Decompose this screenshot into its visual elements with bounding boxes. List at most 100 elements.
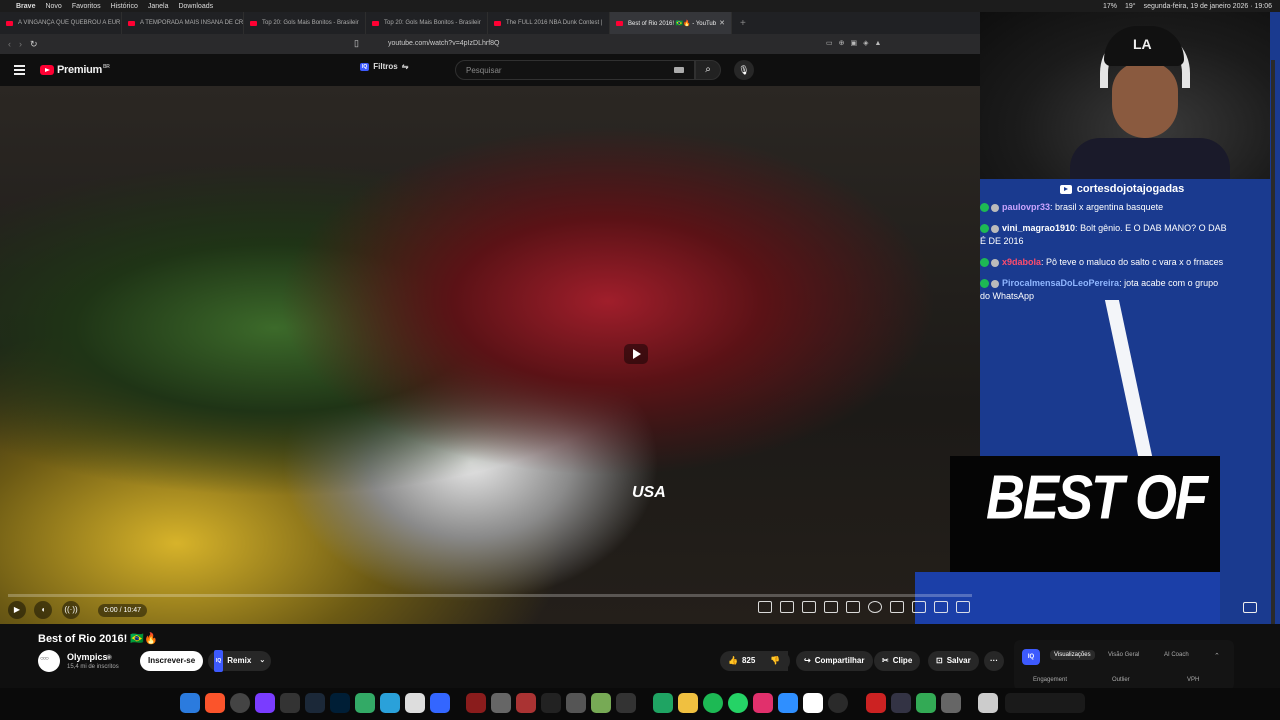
thumbs-down-icon: 👎 <box>770 656 780 665</box>
extensions-icons[interactable]: ▭⊕▣◈▲ <box>826 39 887 47</box>
folder-icon[interactable] <box>678 693 698 713</box>
more-actions-button[interactable]: ··· <box>984 651 1004 671</box>
autoplay-icon[interactable] <box>758 601 772 613</box>
help-icon[interactable] <box>803 693 823 713</box>
settings-icon[interactable] <box>868 601 882 613</box>
safari-icon[interactable] <box>230 693 250 713</box>
tab-title: Top 20: Gols Mais Bonitos - Brasileir <box>384 20 481 26</box>
tab-visao-geral[interactable]: Visão Geral <box>1108 652 1139 658</box>
bookmark-icon[interactable]: ▯ <box>354 38 359 49</box>
telegram-icon[interactable] <box>380 693 400 713</box>
play-icon[interactable]: ▶ <box>8 601 26 619</box>
miniplayer-icon[interactable] <box>912 601 926 613</box>
reload-icon[interactable]: ↻ <box>30 39 38 50</box>
finder-icon[interactable] <box>180 693 200 713</box>
trash-icon[interactable] <box>978 693 998 713</box>
forward-icon[interactable]: › <box>19 39 22 50</box>
pip-icon[interactable] <box>1243 602 1257 613</box>
game-icon-2[interactable] <box>491 693 511 713</box>
screenshot-icon[interactable] <box>802 601 816 613</box>
url-field[interactable]: youtube.com/watch?v=4pIzDLhrf8Q <box>388 40 499 47</box>
app-g-icon[interactable] <box>280 693 300 713</box>
clock[interactable]: segunda-feira, 19 de janeiro 2026 · 19:0… <box>1144 3 1272 10</box>
browser-tab[interactable]: A TEMPORADA MAIS INSANA DE CR <box>122 12 244 34</box>
timecode: 0:00 / 10:47 <box>98 603 147 617</box>
google-drive-icon[interactable] <box>653 693 673 713</box>
slack-icon[interactable] <box>355 693 375 713</box>
game-icon-1[interactable] <box>466 693 486 713</box>
whatsapp-icon[interactable] <box>728 693 748 713</box>
keyboard-shortcuts-icon[interactable] <box>824 601 838 613</box>
tab-title: Best of Rio 2016! 🇧🇷🔥 - YouTub <box>628 20 717 27</box>
notes-icon[interactable] <box>778 693 798 713</box>
game-icon-6[interactable] <box>591 693 611 713</box>
filters-button[interactable]: IQ Filtros ⇋ <box>360 62 408 71</box>
menubar-item-favoritos[interactable]: Favoritos <box>72 3 101 10</box>
center-play-icon[interactable] <box>624 344 648 364</box>
tab-visualizacoes[interactable]: Visualizações <box>1050 650 1095 660</box>
weather-temp[interactable]: 19° <box>1125 3 1136 10</box>
browser-tab[interactable]: A VINGANÇA QUE QUEBROU A EUR <box>0 12 122 34</box>
instagram-icon[interactable] <box>753 693 773 713</box>
back-icon[interactable]: ‹ <box>8 39 11 50</box>
app-icon-b[interactable] <box>916 693 936 713</box>
sliders-icon: ⇋ <box>401 62 409 71</box>
tab-ai-coach[interactable]: AI Coach <box>1164 652 1189 658</box>
player-right-controls <box>758 601 970 613</box>
video-player[interactable]: USA <box>0 86 980 624</box>
close-tab-icon[interactable]: ✕ <box>719 19 725 27</box>
menubar-item-novo[interactable]: Novo <box>45 3 61 10</box>
dislike-button[interactable]: 👎 <box>762 651 790 671</box>
voice-search-button[interactable]: 🎙 <box>734 60 754 80</box>
menubar-item-historico[interactable]: Histórico <box>111 3 138 10</box>
volume-icon[interactable]: ◖ <box>34 601 52 619</box>
menubar-item-janela[interactable]: Janela <box>148 3 169 10</box>
menu-hamburger-icon[interactable] <box>14 65 25 77</box>
notion-icon[interactable] <box>405 693 425 713</box>
keyboard-icon[interactable] <box>674 67 684 73</box>
iq-icon[interactable] <box>890 601 904 613</box>
menubar-item-downloads[interactable]: Downloads <box>178 3 213 10</box>
menubar-app-name[interactable]: Brave <box>16 3 35 10</box>
settings-app-icon[interactable] <box>941 693 961 713</box>
subscribe-button[interactable]: Inscrever-se <box>140 651 204 671</box>
browser-tab[interactable]: The FULL 2016 NBA Dunk Contest | <box>488 12 610 34</box>
theater-icon[interactable] <box>934 601 948 613</box>
photoshop-icon[interactable] <box>330 693 350 713</box>
twitch-icon[interactable] <box>255 693 275 713</box>
search-button[interactable]: ⌕ <box>695 60 721 80</box>
chevron-up-icon[interactable]: ⌃ <box>1214 652 1220 660</box>
minimized-windows[interactable] <box>1005 693 1085 713</box>
browser-tab[interactable]: Top 20: Gols Mais Bonitos - Brasileir <box>366 12 488 34</box>
fullscreen-icon[interactable] <box>956 601 970 613</box>
page-scrollbar[interactable] <box>1271 60 1275 680</box>
nba-icon[interactable] <box>866 693 886 713</box>
youtube-favicon-icon <box>6 20 13 26</box>
brave-icon[interactable] <box>205 693 225 713</box>
clip-button[interactable]: ✂ Clipe <box>874 651 921 671</box>
spotify-icon[interactable] <box>703 693 723 713</box>
search-input[interactable]: Pesquisar <box>455 60 695 80</box>
battery-percent[interactable]: 17% <box>1103 3 1117 10</box>
filters-label: Filtros <box>373 62 398 71</box>
game-icon-7[interactable] <box>616 693 636 713</box>
tasks-icon[interactable] <box>430 693 450 713</box>
steam-icon[interactable] <box>305 693 325 713</box>
subtitles-icon[interactable] <box>780 601 794 613</box>
channel-name[interactable]: Olympics <box>67 652 108 662</box>
save-button[interactable]: ⊡ Salvar <box>928 651 979 671</box>
clock-app-icon[interactable] <box>828 693 848 713</box>
app-icon-a[interactable] <box>891 693 911 713</box>
remix-button[interactable]: IQ Remix ⌄ <box>208 650 272 672</box>
browser-tab-active[interactable]: Best of Rio 2016! 🇧🇷🔥 - YouTub ✕ <box>610 12 732 34</box>
game-icon-3[interactable] <box>516 693 536 713</box>
share-button[interactable]: ↪ Compartilhar <box>796 651 873 671</box>
game-icon-5[interactable] <box>566 693 586 713</box>
ambient-icon[interactable]: ((·)) <box>62 601 80 619</box>
game-icon-4[interactable] <box>541 693 561 713</box>
new-tab-icon[interactable]: + <box>740 18 746 29</box>
channel-avatar[interactable] <box>38 650 60 672</box>
browser-tab[interactable]: Top 20: Gols Mais Bonitos - Brasileir <box>244 12 366 34</box>
youtube-premium-logo[interactable]: Premium BR <box>40 64 110 76</box>
chapters-icon[interactable] <box>846 601 860 613</box>
